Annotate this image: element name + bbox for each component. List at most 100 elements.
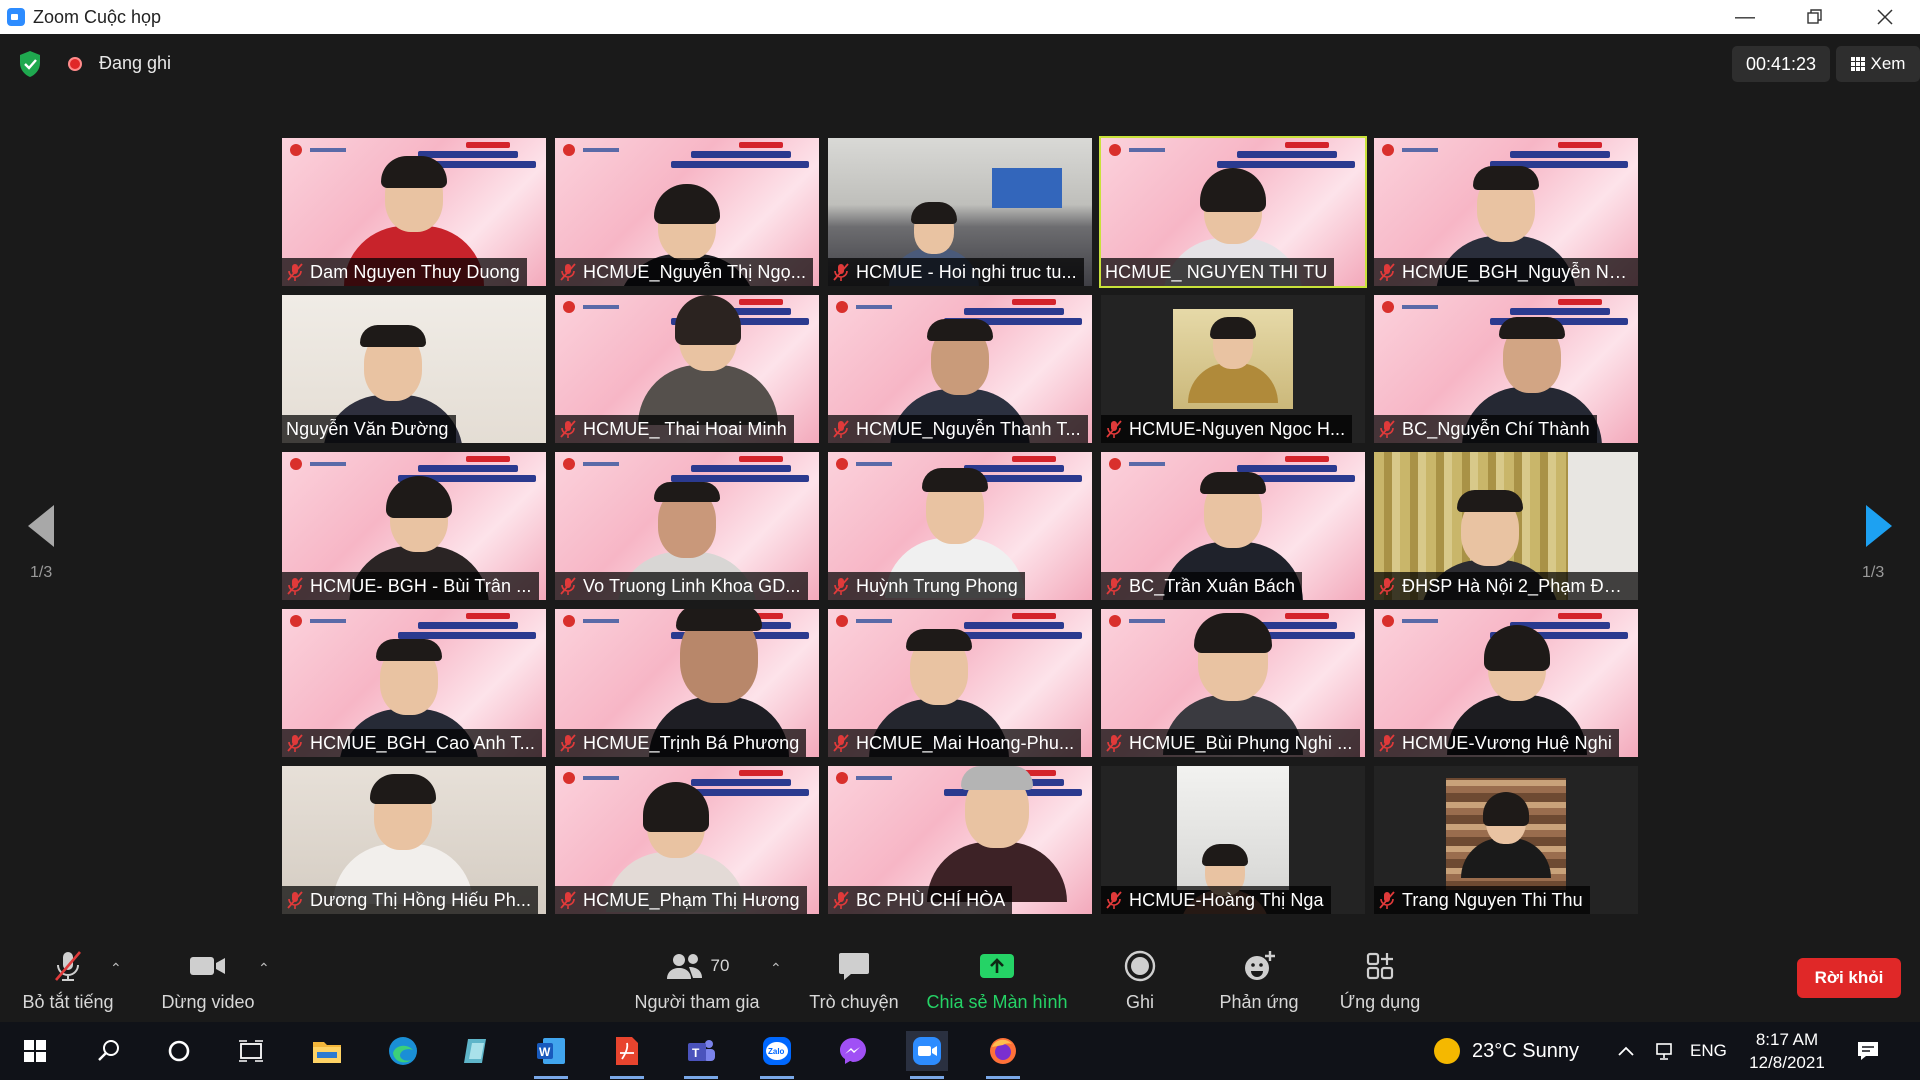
chat-button[interactable]: Trò chuyện — [804, 948, 904, 1013]
svg-text:T: T — [692, 1046, 700, 1060]
video-tile[interactable]: Huỳnh Trung Phong — [828, 452, 1092, 600]
video-tile[interactable]: HCMUE-Vương Huệ Nghi — [1374, 609, 1638, 757]
security-shield-icon[interactable] — [18, 50, 42, 78]
video-tile[interactable]: HCMUE_ Thai Hoai Minh — [555, 295, 819, 443]
file-explorer-taskbar-icon[interactable] — [306, 1031, 348, 1071]
participant-name-tag: ĐHSP Hà Nội 2_Phạm Đứ... — [1374, 572, 1638, 600]
reactions-button[interactable]: Phản ứng — [1209, 948, 1309, 1013]
stop-video-button[interactable]: Dừng video — [158, 948, 258, 1013]
video-tile[interactable]: Dương Thị Hồng Hiếu Ph... — [282, 766, 546, 914]
notes-app-taskbar-icon[interactable] — [456, 1031, 498, 1071]
task-view-button[interactable] — [230, 1031, 272, 1071]
video-tile[interactable]: ĐHSP Hà Nội 2_Phạm Đứ... — [1374, 452, 1638, 600]
word-taskbar-icon[interactable]: W — [530, 1031, 572, 1079]
mic-muted-icon — [55, 951, 81, 981]
mic-muted-icon — [1379, 420, 1395, 438]
network-tray-button[interactable] — [1654, 1022, 1676, 1080]
mic-muted-icon — [1106, 734, 1122, 752]
video-tile[interactable]: Trang Nguyen Thi Thu — [1374, 766, 1638, 914]
close-button[interactable] — [1850, 0, 1920, 34]
apps-button[interactable]: Ứng dụng — [1330, 948, 1430, 1013]
mic-muted-icon — [1106, 420, 1122, 438]
apps-label: Ứng dụng — [1339, 992, 1421, 1012]
video-tile[interactable]: HCMUE-Hoàng Thị Nga — [1101, 766, 1365, 914]
video-tile[interactable]: HCMUE - Hoi nghi truc tu... — [828, 138, 1092, 286]
video-tile-active-speaker[interactable]: HCMUE_ NGUYEN THI TU — [1099, 136, 1367, 288]
stop-video-label: Dừng video — [161, 992, 255, 1012]
video-tile[interactable]: Nguyễn Văn Đường — [282, 295, 546, 443]
video-tile[interactable]: HCMUE_Mai Hoang-Phu... — [828, 609, 1092, 757]
pdf-reader-taskbar-icon[interactable] — [606, 1031, 648, 1079]
view-button[interactable]: Xem — [1836, 46, 1920, 82]
video-options-caret-icon[interactable]: ⌃ — [258, 960, 270, 977]
page-indicator-left: 1/3 — [30, 564, 53, 581]
video-tile[interactable]: HCMUE_Trịnh Bá Phương — [555, 609, 819, 757]
mic-muted-icon — [833, 734, 849, 752]
sun-weather-icon — [1434, 1038, 1460, 1064]
record-button[interactable]: Ghi — [1100, 948, 1180, 1013]
edge-browser-taskbar-icon[interactable] — [382, 1031, 424, 1071]
participants-button[interactable]: 70 Người tham gia — [624, 948, 770, 1013]
video-tile[interactable]: HCMUE_Bùi Phụng Nghi ... — [1101, 609, 1365, 757]
firefox-taskbar-icon[interactable] — [982, 1031, 1024, 1079]
participant-name-tag: BC PHÙ CHÍ HÒA — [828, 886, 1013, 914]
restore-button[interactable] — [1780, 0, 1850, 34]
teams-taskbar-icon[interactable]: T — [680, 1031, 722, 1079]
share-screen-label: Chia sẻ Màn hình — [926, 992, 1068, 1012]
mic-muted-icon — [1379, 577, 1395, 595]
video-tile[interactable]: HCMUE-Nguyen Ngoc H... — [1101, 295, 1365, 443]
weather-widget[interactable]: 23°C Sunny — [1434, 1022, 1579, 1080]
video-tile[interactable]: Dam Nguyen Thuy Duong — [282, 138, 546, 286]
video-tile[interactable]: HCMUE_Phạm Thị Hương — [555, 766, 819, 914]
video-tile[interactable]: HCMUE_BGH_Cao Anh T... — [282, 609, 546, 757]
next-page-arrow-icon[interactable] — [1866, 505, 1892, 547]
zalo-taskbar-icon[interactable]: Zalo — [756, 1031, 798, 1079]
mic-muted-icon — [833, 891, 849, 909]
recording-dot-icon — [68, 57, 82, 71]
share-screen-icon — [980, 954, 1014, 978]
chevron-up-icon — [1618, 1046, 1634, 1056]
notifications-button[interactable] — [1856, 1022, 1880, 1080]
previous-page-arrow-icon[interactable] — [28, 505, 54, 547]
video-tile[interactable]: HCMUE_Nguyễn Thanh T... — [828, 295, 1092, 443]
leave-meeting-button[interactable]: Rời khỏi — [1797, 958, 1901, 998]
cortana-button[interactable] — [158, 1031, 200, 1071]
video-tile[interactable]: HCMUE- BGH - Bùi Trân ... — [282, 452, 546, 600]
video-tile[interactable]: BC PHÙ CHÍ HÒA — [828, 766, 1092, 914]
video-tile[interactable]: BC_Nguyễn Chí Thành — [1374, 295, 1638, 443]
taskbar-clock[interactable]: 8:17 AM 12/8/2021 — [1732, 1028, 1842, 1074]
cortana-circle-icon — [168, 1040, 190, 1062]
video-tile[interactable]: BC_Trần Xuân Bách — [1101, 452, 1365, 600]
reactions-label: Phản ứng — [1219, 992, 1299, 1012]
windows-start-button[interactable] — [14, 1031, 56, 1071]
share-screen-button[interactable]: Chia sẻ Màn hình — [922, 948, 1072, 1013]
mic-muted-icon — [287, 891, 303, 909]
search-icon — [98, 1040, 119, 1061]
restore-icon — [1807, 9, 1822, 24]
tray-overflow-button[interactable] — [1616, 1022, 1636, 1080]
unmute-button[interactable]: Bỏ tắt tiếng — [18, 948, 118, 1013]
video-tile[interactable]: HCMUE_BGH_Nguyễn Ng... — [1374, 138, 1638, 286]
participant-name-tag: HCMUE_BGH_Cao Anh T... — [282, 729, 542, 757]
search-button[interactable] — [88, 1031, 130, 1071]
participant-name-tag: BC_Nguyễn Chí Thành — [1374, 415, 1597, 443]
video-camera-icon — [190, 957, 225, 975]
participant-name-tag: HCMUE_Bùi Phụng Nghi ... — [1101, 729, 1360, 757]
minimize-button[interactable]: — — [1710, 0, 1780, 34]
grid-view-icon — [1850, 57, 1865, 71]
audio-options-caret-icon[interactable]: ⌃ — [110, 960, 122, 977]
video-tile[interactable]: Vo Truong Linh Khoa GD... — [555, 452, 819, 600]
zoom-taskbar-icon[interactable] — [906, 1031, 948, 1079]
participant-name-tag: HCMUE-Vương Huệ Nghi — [1374, 729, 1619, 757]
language-indicator[interactable]: ENG — [1690, 1022, 1727, 1080]
video-gallery: Dam Nguyen Thuy Duong HCMUE_Nguyễn Thị N… — [282, 136, 1639, 918]
mic-muted-icon — [833, 420, 849, 438]
mic-muted-icon — [1379, 734, 1395, 752]
participants-options-caret-icon[interactable]: ⌃ — [770, 960, 782, 977]
mic-muted-icon — [833, 263, 849, 281]
video-tile[interactable]: HCMUE_Nguyễn Thị Ngọ... — [555, 138, 819, 286]
windows-taskbar: W T Zalo 23°C Sunny ENG 8:17 AM 12/8/202… — [0, 1022, 1920, 1080]
record-label: Ghi — [1125, 992, 1154, 1012]
mic-muted-icon — [560, 577, 576, 595]
messenger-taskbar-icon[interactable] — [832, 1031, 874, 1071]
